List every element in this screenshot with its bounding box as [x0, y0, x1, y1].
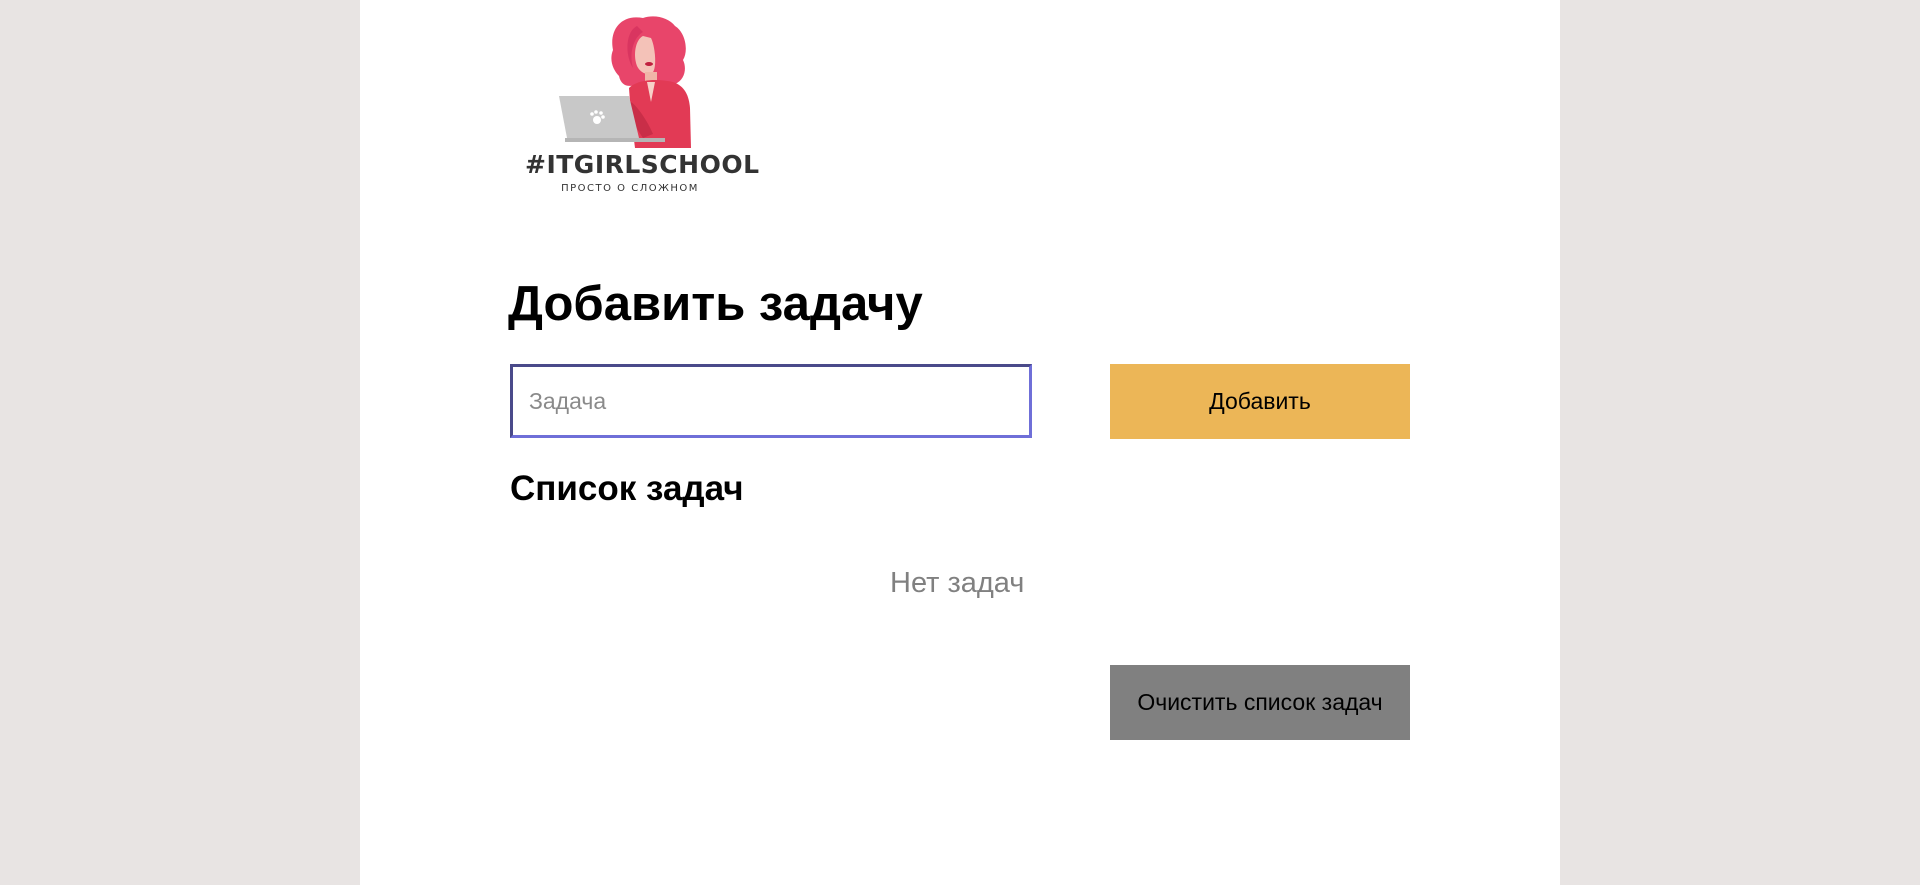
- logo-title: #ITGIRLSCHOOL: [525, 150, 760, 179]
- empty-list-message: Нет задач: [890, 567, 1025, 599]
- add-task-button[interactable]: Добавить: [1110, 364, 1410, 439]
- clear-list-button[interactable]: Очистить список задач: [1110, 665, 1410, 740]
- page-title: Добавить задачу: [508, 277, 923, 331]
- page-container: #ITGIRLSCHOOL ПРОСТО О СЛОЖНОМ Добавить …: [360, 0, 1560, 885]
- logo-subtitle: ПРОСТО О СЛОЖНОМ: [561, 183, 699, 194]
- task-input[interactable]: [510, 364, 1032, 438]
- task-list-heading: Список задач: [510, 469, 744, 508]
- woman-with-laptop-icon: [559, 16, 691, 148]
- itgirlschool-logo: #ITGIRLSCHOOL ПРОСТО О СЛОЖНОМ: [525, 16, 760, 196]
